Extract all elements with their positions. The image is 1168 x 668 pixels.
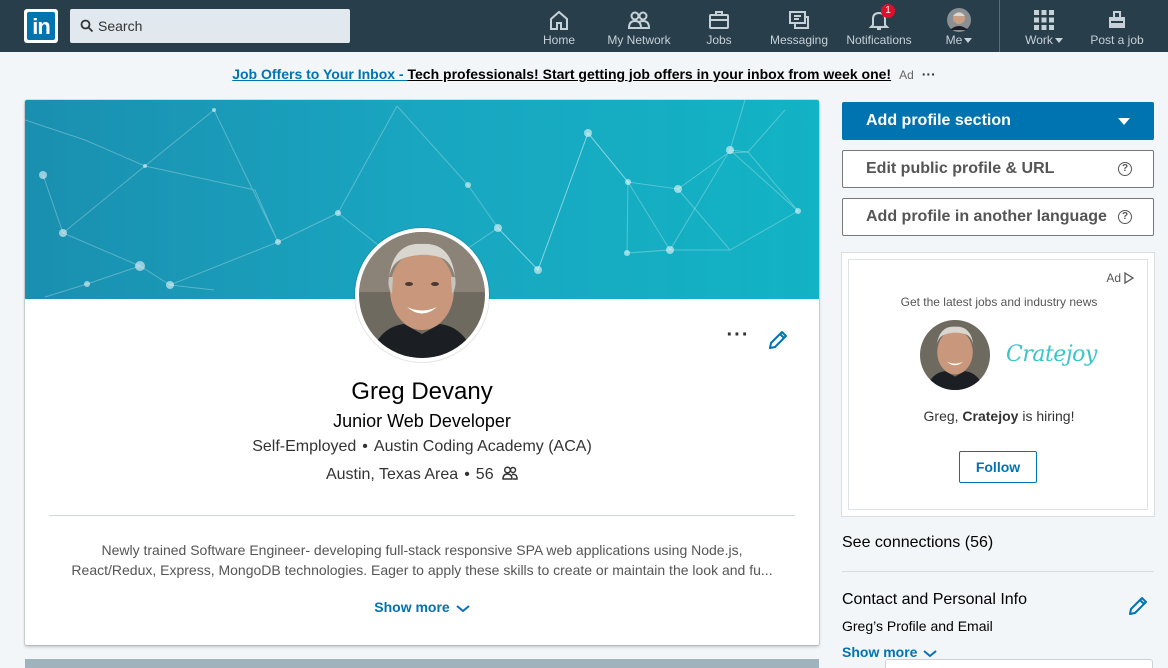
messaging-icon bbox=[789, 11, 809, 29]
nav-divider bbox=[999, 0, 1000, 52]
edit-public-profile-button[interactable]: Edit public profile & URL ? bbox=[842, 150, 1154, 188]
profile-card: ··· Greg Devany Junior Web Developer Sel… bbox=[25, 100, 819, 645]
help-icon[interactable]: ? bbox=[1118, 210, 1132, 224]
next-section-card bbox=[25, 659, 819, 668]
post-job-icon bbox=[1109, 11, 1125, 28]
notification-badge: 1 bbox=[881, 4, 895, 18]
nav-my-network[interactable]: My Network bbox=[600, 0, 678, 52]
more-actions-button[interactable]: ··· bbox=[725, 325, 751, 348]
ad-link[interactable]: Job Offers to Your Inbox - bbox=[232, 66, 407, 82]
profile-photo-image bbox=[359, 232, 485, 358]
section-divider bbox=[49, 515, 795, 516]
nav-home[interactable]: Home bbox=[534, 0, 584, 52]
ad-banner: Job Offers to Your Inbox - Tech professi… bbox=[0, 66, 1168, 86]
ad-hiring-text: Greg, Cratejoy is hiring! bbox=[923, 408, 1075, 424]
briefcase-icon bbox=[709, 11, 729, 29]
profile-location: Austin, Texas Area bbox=[325, 466, 459, 483]
ad-label: Ad bbox=[1106, 271, 1121, 285]
rail-divider bbox=[842, 571, 1154, 572]
contact-info-title: Contact and Personal Info bbox=[842, 591, 1028, 608]
ad-headline: Get the latest jobs and industry news bbox=[900, 295, 1098, 309]
ad-tag: Ad bbox=[899, 68, 914, 82]
profile-company-school: Self-Employed • Austin Coding Academy (ACA… bbox=[252, 438, 592, 455]
nav-post-job[interactable]: Post a job bbox=[1084, 0, 1150, 52]
connections-count[interactable]: 56 bbox=[476, 466, 494, 483]
linkedin-logo[interactable]: in bbox=[24, 9, 58, 43]
network-icon bbox=[627, 11, 651, 29]
ad-text[interactable]: Tech professionals! Start getting job of… bbox=[408, 66, 892, 82]
nav-messaging[interactable]: Messaging bbox=[766, 0, 832, 52]
chevron-down-icon bbox=[964, 38, 973, 44]
nav-jobs[interactable]: Jobs bbox=[698, 0, 740, 52]
nav-me[interactable]: Me bbox=[938, 0, 980, 52]
contact-show-more-button[interactable]: Show more bbox=[842, 644, 938, 660]
sidebar-ad-card: Ad Get the latest jobs and industry news… bbox=[842, 253, 1154, 516]
follow-button[interactable]: Follow bbox=[959, 451, 1037, 483]
search-box[interactable] bbox=[70, 9, 350, 43]
help-icon[interactable]: ? bbox=[1118, 162, 1132, 176]
profile-company[interactable]: Self-Employed bbox=[252, 438, 356, 455]
ad-user-photo bbox=[920, 320, 990, 390]
ad-choices-icon[interactable] bbox=[1124, 272, 1134, 284]
chevron-down-icon bbox=[923, 650, 938, 658]
summary-show-more-button[interactable]: Show more bbox=[25, 599, 819, 615]
profile-summary: Newly trained Software Engineer- develop… bbox=[71, 542, 773, 578]
avatar bbox=[947, 8, 971, 32]
home-icon bbox=[550, 10, 568, 30]
profile-headline: Junior Web Developer bbox=[333, 411, 511, 431]
profile-photo[interactable] bbox=[355, 228, 489, 362]
see-connections-link[interactable]: See connections (56) bbox=[842, 534, 993, 552]
nav-notifications[interactable]: 1 Notifications bbox=[840, 0, 918, 52]
top-nav: in Home My Network Jobs Messaging 1 Noti… bbox=[0, 0, 1168, 52]
search-input[interactable] bbox=[98, 9, 343, 43]
ad-more-button[interactable]: ··· bbox=[922, 66, 936, 82]
contact-info-subtitle: Greg’s Profile and Email bbox=[842, 618, 993, 634]
edit-pencil-icon[interactable] bbox=[1126, 594, 1150, 618]
connections-icon[interactable] bbox=[502, 466, 518, 480]
add-profile-section-button[interactable]: Add profile section bbox=[842, 102, 1154, 140]
chevron-down-icon bbox=[1118, 118, 1130, 125]
cratejoy-logo[interactable]: Cratejoy bbox=[1006, 342, 1097, 367]
profile-location-line: Austin, Texas Area • 56 bbox=[25, 466, 819, 484]
edit-pencil-icon[interactable] bbox=[766, 328, 790, 352]
add-language-profile-button[interactable]: Add profile in another language ? bbox=[842, 198, 1154, 236]
chevron-down-icon bbox=[1054, 38, 1063, 44]
grid-icon bbox=[1034, 10, 1054, 30]
messaging-tab[interactable] bbox=[886, 660, 1152, 668]
chevron-down-icon bbox=[456, 605, 470, 613]
search-icon bbox=[80, 19, 94, 33]
nav-work[interactable]: Work bbox=[1018, 0, 1070, 52]
profile-school[interactable]: Austin Coding Academy (ACA) bbox=[374, 438, 592, 455]
profile-name: Greg Devany bbox=[351, 378, 493, 405]
